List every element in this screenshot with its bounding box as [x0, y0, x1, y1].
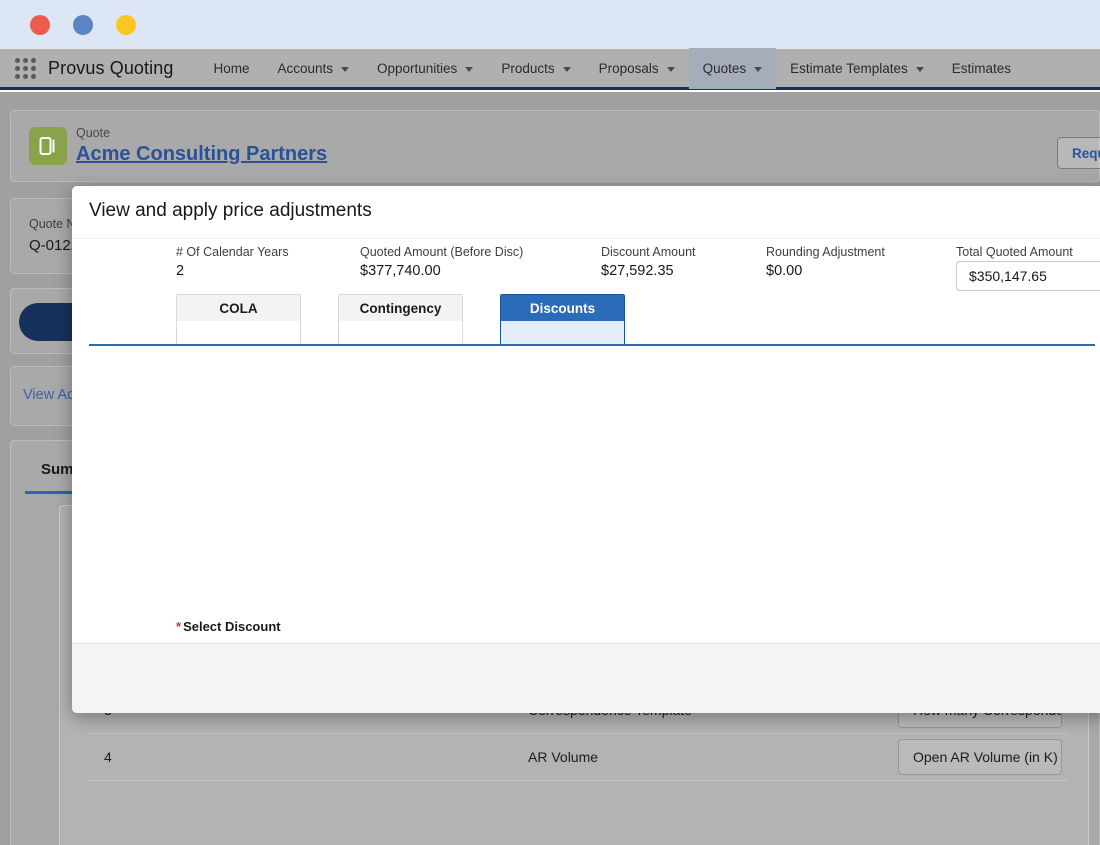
price-adjustments-modal: View and apply price adjustments # Of Ca…	[72, 186, 1100, 713]
chevron-down-icon	[465, 66, 474, 72]
request-button[interactable]: Reque	[1057, 137, 1100, 169]
nav-item-home[interactable]: Home	[199, 48, 263, 89]
modal-title: View and apply price adjustments	[89, 200, 372, 221]
chevron-down-icon	[341, 66, 350, 72]
modal-footer	[72, 643, 1100, 713]
row-question-input[interactable]: Open AR Volume (in K)	[898, 739, 1062, 775]
nav-item-label: Estimate Templates	[790, 60, 908, 76]
modal-body: # Of Calendar Years 2 Quoted Amount (Bef…	[72, 238, 1100, 713]
table-row[interactable]: 4 AR Volume Open AR Volume (in K)	[88, 734, 1068, 781]
select-discount-legend: * Select Discount	[176, 619, 281, 634]
tab-divider	[89, 344, 1095, 346]
summary-calendar-years: # Of Calendar Years 2	[176, 245, 289, 279]
summary-rounding-adjustment: Rounding Adjustment $0.00	[766, 245, 885, 279]
close-window-button[interactable]	[30, 15, 50, 35]
summary-quoted-amount-before-disc: Quoted Amount (Before Disc) $377,740.00	[360, 245, 523, 279]
chevron-down-icon	[754, 66, 763, 72]
browser-chrome	[0, 0, 1100, 49]
maximize-window-button[interactable]	[116, 15, 136, 35]
tab-body	[501, 321, 624, 345]
quote-record-icon	[29, 127, 67, 165]
row-number: 4	[104, 749, 112, 765]
tab-body	[339, 321, 462, 345]
summary-label: Rounding Adjustment	[766, 245, 885, 259]
global-navigation-bar: Provus Quoting Home Accounts Opportuniti…	[0, 47, 1100, 90]
page-title[interactable]: Acme Consulting Partners	[76, 143, 327, 166]
tab-label: COLA	[177, 295, 300, 321]
view-all-link[interactable]: View Ad	[23, 387, 75, 403]
window-traffic-lights	[30, 15, 136, 35]
summary-label: Quoted Amount (Before Disc)	[360, 245, 524, 259]
tab-label: Discounts	[501, 295, 624, 321]
quote-summary-strip: # Of Calendar Years 2 Quoted Amount (Bef…	[72, 238, 1100, 291]
summary-value: $377,740.00	[360, 263, 441, 279]
chevron-down-icon	[666, 66, 675, 72]
tab-label: Contingency	[339, 295, 462, 321]
app-name-label: Provus Quoting	[48, 57, 174, 78]
summary-value: $27,592.35	[601, 263, 674, 279]
nav-item-label: Accounts	[277, 60, 334, 76]
nav-item-label: Proposals	[598, 60, 659, 76]
nav-item-quotes[interactable]: Quotes	[688, 47, 777, 89]
chevron-down-icon	[562, 66, 571, 72]
adjustment-tabs: COLA Contingency Discounts	[72, 294, 1100, 346]
nav-item-estimates[interactable]: Estimates	[938, 48, 1025, 89]
summary-label: # Of Calendar Years	[176, 245, 289, 259]
required-indicator: *	[176, 619, 182, 634]
summary-value: $0.00	[766, 263, 803, 279]
nav-item-label: Quotes	[702, 60, 747, 76]
quote-number-label: Quote N	[29, 217, 76, 231]
summary-value: 2	[176, 263, 185, 279]
summary-label: Total Quoted Amount	[956, 245, 1073, 259]
nav-item-accounts[interactable]: Accounts	[263, 48, 363, 89]
tab-body	[177, 321, 300, 345]
nav-item-opportunities[interactable]: Opportunities	[363, 48, 487, 89]
nav-item-estimate-templates[interactable]: Estimate Templates	[776, 48, 938, 89]
app-launcher-icon[interactable]	[12, 57, 38, 79]
total-quoted-amount-input[interactable]: $350,147.65	[956, 261, 1100, 291]
nav-item-label: Estimates	[951, 60, 1012, 76]
nav-item-label: Products	[501, 60, 555, 76]
nav-item-products[interactable]: Products	[487, 48, 584, 89]
nav-item-list: Home Accounts Opportunities Products Pro…	[199, 47, 1025, 89]
app-root: Provus Quoting Home Accounts Opportuniti…	[0, 0, 1100, 845]
nav-item-proposals[interactable]: Proposals	[585, 48, 689, 89]
modal-header: View and apply price adjustments	[72, 186, 1100, 238]
minimize-window-button[interactable]	[73, 15, 93, 35]
record-header-card: Quote Acme Consulting Partners Reque	[10, 110, 1100, 182]
row-name: AR Volume	[528, 749, 599, 765]
tab-contingency[interactable]: Contingency	[338, 294, 463, 346]
tab-discounts[interactable]: Discounts	[500, 294, 625, 346]
summary-discount-amount: Discount Amount $27,592.35	[601, 245, 696, 279]
summary-total-quoted-amount: Total Quoted Amount $350,147.65	[956, 245, 1100, 291]
chevron-down-icon	[915, 66, 924, 72]
nav-item-label: Home	[213, 60, 250, 76]
tab-cola[interactable]: COLA	[176, 294, 301, 346]
summary-label: Discount Amount	[601, 245, 696, 259]
nav-item-label: Opportunities	[377, 60, 458, 76]
record-type-label: Quote	[76, 126, 111, 140]
